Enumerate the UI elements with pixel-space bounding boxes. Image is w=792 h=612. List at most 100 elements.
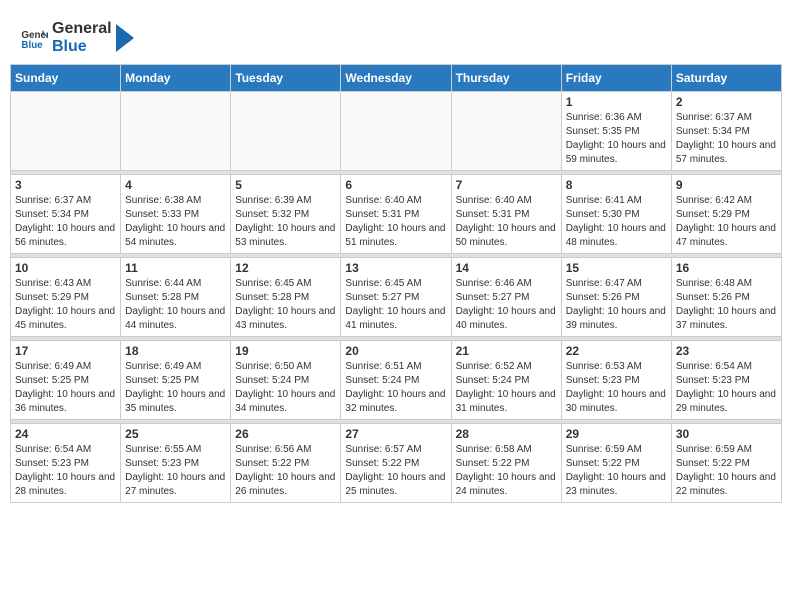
table-row <box>11 92 121 171</box>
table-row: 10 Sunrise: 6:43 AMSunset: 5:29 PMDayligh… <box>11 258 121 337</box>
day-number: 1 <box>566 95 667 109</box>
table-row: 22 Sunrise: 6:53 AMSunset: 5:23 PMDayligh… <box>561 341 671 420</box>
table-row: 17 Sunrise: 6:49 AMSunset: 5:25 PMDayligh… <box>11 341 121 420</box>
day-number: 10 <box>15 261 116 275</box>
day-number: 12 <box>235 261 336 275</box>
day-info: Sunrise: 6:56 AMSunset: 5:22 PMDaylight:… <box>235 443 336 499</box>
day-info: Sunrise: 6:45 AMSunset: 5:27 PMDaylight:… <box>345 277 446 333</box>
day-info: Sunrise: 6:53 AMSunset: 5:23 PMDaylight:… <box>566 360 667 416</box>
col-sunday: Sunday <box>11 65 121 92</box>
day-number: 13 <box>345 261 446 275</box>
table-row: 7Sunrise: 6:40 AMSunset: 5:31 PMDaylight… <box>451 175 561 254</box>
table-row: 4 Sunrise: 6:38 AMSunset: 5:33 PMDaylight… <box>121 175 231 254</box>
day-number: 25 <box>125 427 226 441</box>
col-thursday: Thursday <box>451 65 561 92</box>
day-number: 30 <box>676 427 777 441</box>
calendar-header-row: Sunday Monday Tuesday Wednesday Thursday… <box>11 65 782 92</box>
day-number: 21 <box>456 344 557 358</box>
day-number: 29 <box>566 427 667 441</box>
day-number: 22 <box>566 344 667 358</box>
calendar-week-row: 1 Sunrise: 6:36 AMSunset: 5:35 PMDaylight… <box>11 92 782 171</box>
table-row <box>121 92 231 171</box>
logo-blue: Blue <box>52 38 112 56</box>
day-info: Sunrise: 6:42 AMSunset: 5:29 PMDaylight:… <box>676 194 777 250</box>
day-info: Sunrise: 6:59 AMSunset: 5:22 PMDaylight:… <box>676 443 777 499</box>
table-row: 9 Sunrise: 6:42 AMSunset: 5:29 PMDaylight… <box>671 175 781 254</box>
day-info: Sunrise: 6:50 AMSunset: 5:24 PMDaylight:… <box>235 360 336 416</box>
day-number: 4 <box>125 178 226 192</box>
day-info: Sunrise: 6:43 AMSunset: 5:29 PMDaylight:… <box>15 277 116 333</box>
col-monday: Monday <box>121 65 231 92</box>
logo-general: General <box>52 20 112 38</box>
day-info: Sunrise: 6:49 AMSunset: 5:25 PMDaylight:… <box>15 360 116 416</box>
calendar-table: Sunday Monday Tuesday Wednesday Thursday… <box>10 64 782 503</box>
table-row: 24 Sunrise: 6:54 AMSunset: 5:23 PMDayligh… <box>11 424 121 503</box>
day-number: 18 <box>125 344 226 358</box>
table-row: 15Sunrise: 6:47 AMSunset: 5:26 PMDayligh… <box>561 258 671 337</box>
day-number: 23 <box>676 344 777 358</box>
svg-text:Blue: Blue <box>21 39 43 50</box>
day-number: 5 <box>235 178 336 192</box>
day-info: Sunrise: 6:52 AMSunset: 5:24 PMDaylight:… <box>456 360 557 416</box>
table-row: 6 Sunrise: 6:40 AMSunset: 5:31 PMDaylight… <box>341 175 451 254</box>
table-row <box>451 92 561 171</box>
table-row: 14 Sunrise: 6:46 AMSunset: 5:27 PMDayligh… <box>451 258 561 337</box>
logo-icon: General Blue <box>20 24 48 52</box>
table-row: 8 Sunrise: 6:41 AMSunset: 5:30 PMDaylight… <box>561 175 671 254</box>
day-number: 3 <box>15 178 116 192</box>
day-info: Sunrise: 6:38 AMSunset: 5:33 PMDaylight:… <box>125 194 226 250</box>
day-info: Sunrise: 6:46 AMSunset: 5:27 PMDaylight:… <box>456 277 557 333</box>
day-info: Sunrise: 6:37 AMSunset: 5:34 PMDaylight:… <box>15 194 116 250</box>
col-tuesday: Tuesday <box>231 65 341 92</box>
table-row: 18Sunrise: 6:49 AMSunset: 5:25 PMDayligh… <box>121 341 231 420</box>
table-row: 12 Sunrise: 6:45 AMSunset: 5:28 PMDayligh… <box>231 258 341 337</box>
col-wednesday: Wednesday <box>341 65 451 92</box>
day-number: 20 <box>345 344 446 358</box>
calendar-week-row: 3 Sunrise: 6:37 AMSunset: 5:34 PMDaylight… <box>11 175 782 254</box>
table-row: 16Sunrise: 6:48 AMSunset: 5:26 PMDayligh… <box>671 258 781 337</box>
table-row: 27 Sunrise: 6:57 AMSunset: 5:22 PMDayligh… <box>341 424 451 503</box>
table-row: 29Sunrise: 6:59 AMSunset: 5:22 PMDayligh… <box>561 424 671 503</box>
table-row: 13 Sunrise: 6:45 AMSunset: 5:27 PMDayligh… <box>341 258 451 337</box>
day-number: 27 <box>345 427 446 441</box>
day-number: 15 <box>566 261 667 275</box>
col-saturday: Saturday <box>671 65 781 92</box>
table-row: 30 Sunrise: 6:59 AMSunset: 5:22 PMDayligh… <box>671 424 781 503</box>
day-info: Sunrise: 6:41 AMSunset: 5:30 PMDaylight:… <box>566 194 667 250</box>
day-number: 28 <box>456 427 557 441</box>
day-info: Sunrise: 6:48 AMSunset: 5:26 PMDaylight:… <box>676 277 777 333</box>
table-row: 21 Sunrise: 6:52 AMSunset: 5:24 PMDayligh… <box>451 341 561 420</box>
table-row: 5 Sunrise: 6:39 AMSunset: 5:32 PMDaylight… <box>231 175 341 254</box>
day-info: Sunrise: 6:37 AMSunset: 5:34 PMDaylight:… <box>676 111 777 167</box>
day-info: Sunrise: 6:57 AMSunset: 5:22 PMDaylight:… <box>345 443 446 499</box>
day-number: 17 <box>15 344 116 358</box>
table-row: 20Sunrise: 6:51 AMSunset: 5:24 PMDayligh… <box>341 341 451 420</box>
table-row: 2 Sunrise: 6:37 AMSunset: 5:34 PMDaylight… <box>671 92 781 171</box>
day-number: 24 <box>15 427 116 441</box>
table-row: 11Sunrise: 6:44 AMSunset: 5:28 PMDayligh… <box>121 258 231 337</box>
day-number: 2 <box>676 95 777 109</box>
day-info: Sunrise: 6:55 AMSunset: 5:23 PMDaylight:… <box>125 443 226 499</box>
calendar-week-row: 24 Sunrise: 6:54 AMSunset: 5:23 PMDayligh… <box>11 424 782 503</box>
day-number: 14 <box>456 261 557 275</box>
logo-triangle <box>116 24 134 52</box>
table-row: 3 Sunrise: 6:37 AMSunset: 5:34 PMDaylight… <box>11 175 121 254</box>
day-number: 26 <box>235 427 336 441</box>
table-row: 28Sunrise: 6:58 AMSunset: 5:22 PMDayligh… <box>451 424 561 503</box>
header: General Blue General Blue <box>10 10 782 60</box>
table-row: 23Sunrise: 6:54 AMSunset: 5:23 PMDayligh… <box>671 341 781 420</box>
day-number: 9 <box>676 178 777 192</box>
day-number: 8 <box>566 178 667 192</box>
table-row: 19 Sunrise: 6:50 AMSunset: 5:24 PMDayligh… <box>231 341 341 420</box>
day-number: 19 <box>235 344 336 358</box>
day-number: 7 <box>456 178 557 192</box>
day-info: Sunrise: 6:36 AMSunset: 5:35 PMDaylight:… <box>566 111 667 167</box>
col-friday: Friday <box>561 65 671 92</box>
day-info: Sunrise: 6:39 AMSunset: 5:32 PMDaylight:… <box>235 194 336 250</box>
day-number: 6 <box>345 178 446 192</box>
table-row: 26 Sunrise: 6:56 AMSunset: 5:22 PMDayligh… <box>231 424 341 503</box>
day-info: Sunrise: 6:45 AMSunset: 5:28 PMDaylight:… <box>235 277 336 333</box>
day-info: Sunrise: 6:54 AMSunset: 5:23 PMDaylight:… <box>15 443 116 499</box>
day-number: 11 <box>125 261 226 275</box>
day-info: Sunrise: 6:40 AMSunset: 5:31 PMDaylight:… <box>345 194 446 250</box>
